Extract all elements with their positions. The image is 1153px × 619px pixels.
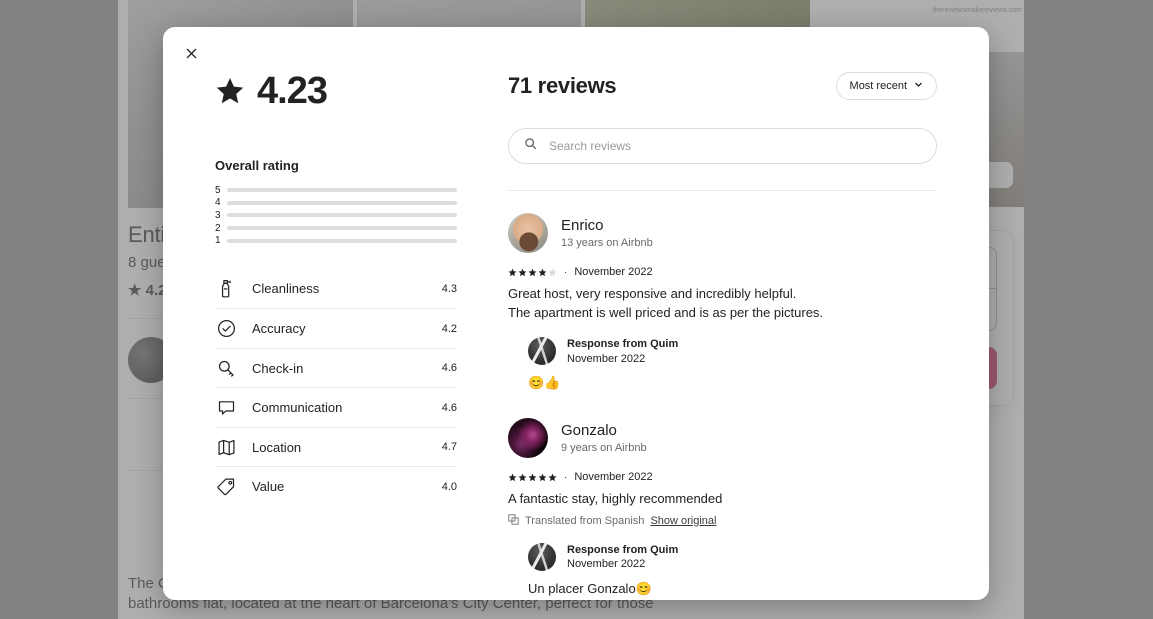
category-value: 4.3: [441, 282, 457, 295]
review-text: Great host, very responsive and incredib…: [508, 285, 937, 322]
host-response-text: 😊👍: [528, 375, 561, 390]
reviews-modal: 4.23 Overall rating 5 4 3 2 1 Cleanlines…: [163, 27, 989, 600]
translated-from-label: Translated from Spanish: [525, 514, 645, 527]
category-row-checkin: Check-in 4.6: [215, 347, 457, 388]
distribution-star-count: 2: [215, 222, 221, 234]
modal-body: 4.23 Overall rating 5 4 3 2 1 Cleanlines…: [163, 27, 989, 600]
category-row-cleanliness: Cleanliness 4.3: [215, 269, 457, 309]
search-reviews-wrapper: [508, 128, 937, 164]
review-meta: · November 2022: [508, 266, 937, 278]
distribution-track: [227, 188, 457, 193]
distribution-star-count: 5: [215, 184, 221, 196]
translate-icon: [508, 513, 519, 528]
distribution-track: [227, 226, 457, 231]
rating-distribution: 5 4 3 2 1: [215, 184, 457, 247]
distribution-star-count: 3: [215, 209, 221, 221]
category-label: Check-in: [252, 360, 304, 376]
ratings-panel: 4.23 Overall rating 5 4 3 2 1 Cleanlines…: [163, 27, 493, 600]
distribution-star-count: 1: [215, 235, 221, 247]
tag-icon: [215, 476, 237, 498]
review-date: November 2022: [574, 471, 653, 483]
sort-dropdown-label: Most recent: [849, 80, 907, 92]
category-label: Location: [252, 439, 302, 455]
chevron-down-icon: [914, 80, 923, 92]
reviewer-tenure: 9 years on Airbnb: [561, 442, 647, 455]
distribution-star-count: 4: [215, 197, 221, 209]
category-row-communication: Communication 4.6: [215, 387, 457, 427]
host-response-date: November 2022: [567, 352, 646, 365]
speech-bubble-icon: [215, 397, 237, 419]
category-label: Communication: [252, 400, 343, 416]
category-value: 4.6: [441, 362, 457, 375]
show-original-link[interactable]: Show original: [650, 515, 716, 527]
avatar: [508, 213, 548, 253]
distribution-row: 4: [215, 197, 457, 210]
reviews-panel: 71 reviews Most recent Search reviews En…: [493, 27, 989, 600]
separator-dot: ·: [564, 266, 568, 278]
avatar: [528, 337, 556, 365]
category-ratings: Cleanliness 4.3 Accuracy 4.2 Check-in 4.…: [215, 269, 457, 506]
review-item: Enrico 13 years on Airbnb · November 202…: [508, 213, 937, 392]
review-text-line-1: A fantastic stay, highly recommended: [508, 491, 723, 506]
host-response: Response from Quim November 2022 😊👍: [528, 337, 937, 392]
review-item: Gonzalo 9 years on Airbnb · November 202…: [508, 418, 937, 600]
host-response-title: Response from Quim: [567, 543, 679, 556]
sort-dropdown[interactable]: Most recent: [835, 72, 937, 100]
reviewer-name: Gonzalo: [561, 421, 617, 439]
category-value: 4.2: [441, 322, 457, 335]
distribution-track: [227, 200, 457, 205]
review-text: A fantastic stay, highly recommended: [508, 490, 937, 509]
avatar: [528, 542, 556, 571]
distribution-row: 2: [215, 222, 457, 235]
category-value: 4.7: [441, 441, 457, 454]
reviewer-row[interactable]: Gonzalo 9 years on Airbnb: [508, 418, 937, 458]
host-response: Response from Quim November 2022 Un plac…: [528, 542, 937, 601]
overall-rating-value: 4.23: [257, 70, 328, 112]
review-text-line-2: The apartment is well priced and is as p…: [508, 304, 824, 320]
overall-score: 4.23: [215, 72, 493, 110]
category-value: 4.0: [441, 480, 457, 493]
review-meta: · November 2022: [508, 471, 937, 483]
check-circle-icon: [215, 318, 237, 340]
star-rating: [508, 473, 557, 482]
distribution-row: 5: [215, 184, 457, 197]
host-response-text: Un placer Gonzalo😊: [528, 580, 652, 596]
host-response-header: Response from Quim November 2022: [528, 542, 937, 571]
reviewer-name: Enrico: [561, 216, 604, 234]
host-response-header: Response from Quim November 2022: [528, 337, 937, 365]
star-icon: [215, 76, 245, 106]
review-text-line-1: Great host, very responsive and incredib…: [508, 286, 797, 301]
separator-dot: ·: [564, 471, 568, 483]
category-value: 4.6: [441, 401, 457, 414]
category-label: Value: [252, 479, 285, 495]
category-row-location: Location 4.7: [215, 426, 457, 467]
category-label: Cleanliness: [252, 281, 320, 297]
search-input[interactable]: [508, 128, 937, 164]
category-row-value: Value 4.0: [215, 466, 457, 506]
overall-rating-label: Overall rating: [215, 158, 299, 173]
divider: [508, 190, 937, 191]
key-icon: [215, 357, 237, 379]
avatar: [508, 418, 548, 458]
distribution-row: 3: [215, 209, 457, 222]
translated-note: Translated from Spanish Show original: [508, 513, 937, 528]
category-row-accuracy: Accuracy 4.2: [215, 308, 457, 348]
distribution-track: [227, 213, 457, 218]
category-label: Accuracy: [252, 321, 306, 337]
distribution-track: [227, 238, 457, 243]
map-icon: [215, 436, 237, 458]
review-date: November 2022: [574, 266, 653, 278]
spray-bottle-icon: [215, 278, 237, 300]
distribution-row: 1: [215, 234, 457, 247]
reviewer-tenure: 13 years on Airbnb: [561, 237, 653, 250]
reviews-header: 71 reviews Most recent: [508, 72, 937, 100]
host-response-date: November 2022: [567, 558, 646, 571]
reviews-count: 71 reviews: [508, 73, 617, 98]
star-rating: [508, 268, 557, 277]
reviewer-row[interactable]: Enrico 13 years on Airbnb: [508, 213, 937, 253]
host-response-title: Response from Quim: [567, 338, 679, 351]
